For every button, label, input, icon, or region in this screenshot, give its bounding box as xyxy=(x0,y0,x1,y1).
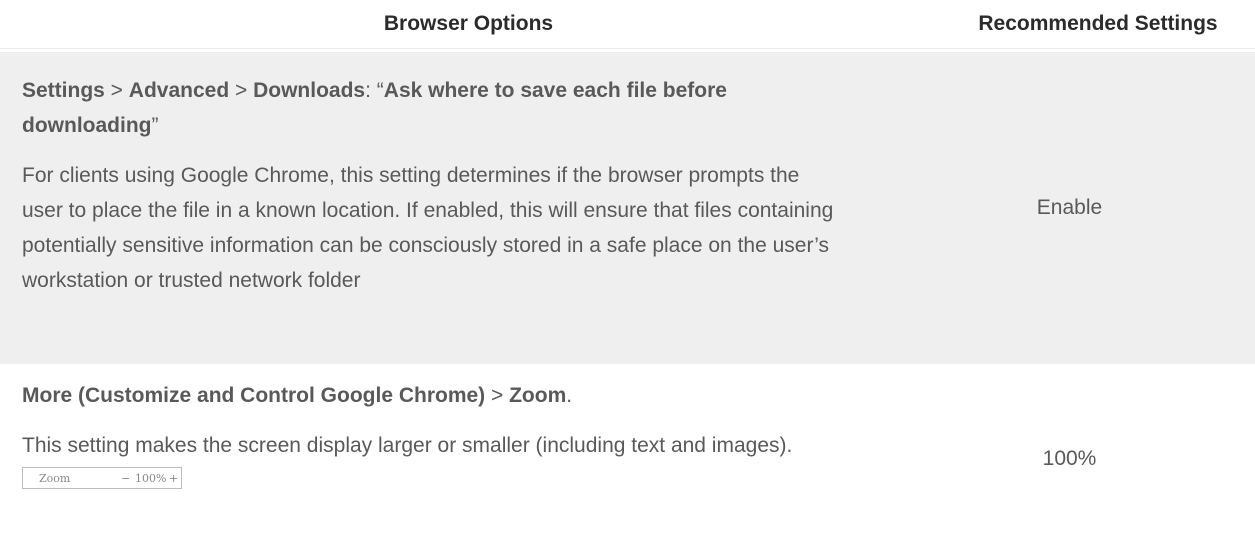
path-separator: > xyxy=(104,79,129,102)
path-separator: : “ xyxy=(365,79,384,102)
path-settings: Settings xyxy=(22,79,105,102)
table-header: Browser Options Recommended Settings xyxy=(0,0,1255,49)
path-separator: > xyxy=(485,384,510,407)
option-description: For clients using Google Chrome, this se… xyxy=(22,164,834,292)
zoom-plus-icon: + xyxy=(169,471,179,485)
option-path: Settings > Advanced > Downloads: “Ask wh… xyxy=(22,73,842,143)
option-cell: Settings > Advanced > Downloads: “Ask wh… xyxy=(0,52,842,364)
header-recommended-settings: Recommended Settings xyxy=(978,12,1218,35)
recommended-value: 100% xyxy=(1042,446,1097,470)
path-separator: . xyxy=(566,384,573,407)
zoom-minus-icon: − xyxy=(121,471,131,485)
option-cell: More (Customize and Control Google Chrom… xyxy=(0,364,842,553)
path-more-menu: More (Customize and Control Google Chrom… xyxy=(22,384,486,407)
header-browser-options: Browser Options xyxy=(383,12,554,35)
recommended-value: Enable xyxy=(1036,196,1103,219)
path-advanced: Advanced xyxy=(128,79,230,102)
settings-table: Browser Options Recommended Settings Set… xyxy=(0,0,1255,553)
path-downloads: Downloads xyxy=(253,79,366,102)
option-description: This setting makes the screen display la… xyxy=(22,434,793,457)
path-separator: ” xyxy=(151,114,159,137)
table-row: More (Customize and Control Google Chrom… xyxy=(0,364,1255,553)
zoom-label: Zoom xyxy=(39,471,71,485)
path-zoom: Zoom xyxy=(509,384,567,407)
zoom-value: 100% xyxy=(135,471,167,485)
table-row: Settings > Advanced > Downloads: “Ask wh… xyxy=(0,52,1255,364)
path-separator: > xyxy=(229,79,254,102)
zoom-control-screenshot: Zoom − 100% + xyxy=(22,467,182,489)
option-path: More (Customize and Control Google Chrom… xyxy=(22,378,842,413)
